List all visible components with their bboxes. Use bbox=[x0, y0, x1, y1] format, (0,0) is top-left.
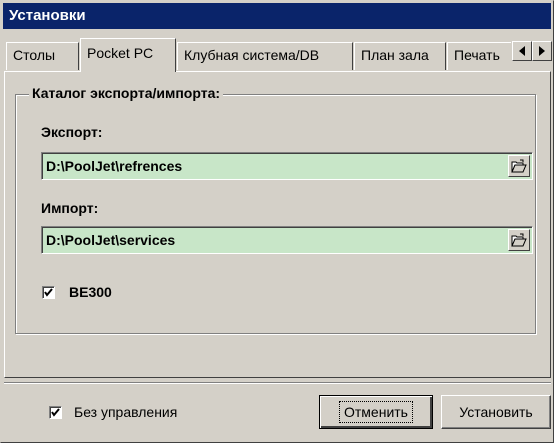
be300-checkbox[interactable] bbox=[42, 286, 55, 299]
footer-separator bbox=[4, 382, 551, 384]
tab-club-system-db[interactable]: Клубная система/DB bbox=[177, 42, 353, 70]
tab-strip: Столы Pocket PC Клубная система/DB План … bbox=[1, 31, 511, 73]
import-browse-button[interactable] bbox=[508, 229, 530, 251]
tab-label: Печать bbox=[454, 47, 500, 63]
be300-label: BE300 bbox=[69, 284, 112, 300]
tab-label: Pocket PC bbox=[87, 45, 154, 61]
tab-label: Столы bbox=[13, 47, 56, 63]
export-browse-button[interactable] bbox=[508, 155, 530, 177]
tab-hall-plan[interactable]: План зала bbox=[354, 42, 446, 70]
folder-open-icon bbox=[511, 159, 527, 173]
folder-open-icon bbox=[511, 233, 527, 247]
arrow-right-icon bbox=[539, 46, 545, 56]
group-title: Каталог экспорта/импорта: bbox=[29, 85, 224, 101]
apply-button-label: Установить bbox=[459, 404, 533, 420]
no-control-label: Без управления bbox=[74, 404, 178, 420]
import-label: Импорт: bbox=[41, 200, 99, 216]
import-path-field[interactable]: D:\PoolJet\services bbox=[41, 226, 533, 254]
export-path-field[interactable]: D:\PoolJet\refrences bbox=[41, 152, 533, 180]
tab-pocket-pc[interactable]: Pocket PC bbox=[80, 38, 176, 72]
apply-button[interactable]: Установить bbox=[441, 395, 551, 429]
checkmark-icon bbox=[51, 408, 60, 417]
import-path-value: D:\PoolJet\services bbox=[46, 232, 176, 248]
cancel-button[interactable]: Отменить bbox=[319, 395, 433, 429]
tab-label: Клубная система/DB bbox=[184, 47, 320, 63]
tab-scroll-buttons bbox=[512, 41, 552, 61]
tab-label: План зала bbox=[361, 47, 429, 63]
tab-tables[interactable]: Столы bbox=[6, 42, 79, 70]
checkmark-icon bbox=[44, 288, 53, 297]
tab-scroll-right-button[interactable] bbox=[532, 41, 552, 61]
tab-print[interactable]: Печать bbox=[447, 42, 511, 70]
cancel-button-label: Отменить bbox=[339, 401, 413, 423]
tab-scroll-left-button[interactable] bbox=[512, 41, 532, 61]
no-control-checkbox[interactable] bbox=[49, 406, 62, 419]
export-label: Экспорт: bbox=[41, 124, 103, 140]
title-bar[interactable]: Установки bbox=[3, 3, 551, 29]
window-title: Установки bbox=[9, 7, 86, 24]
arrow-left-icon bbox=[519, 46, 525, 56]
export-path-value: D:\PoolJet\refrences bbox=[46, 158, 183, 174]
settings-dialog: Установки Столы Pocket PC Клубная систем… bbox=[0, 0, 554, 443]
